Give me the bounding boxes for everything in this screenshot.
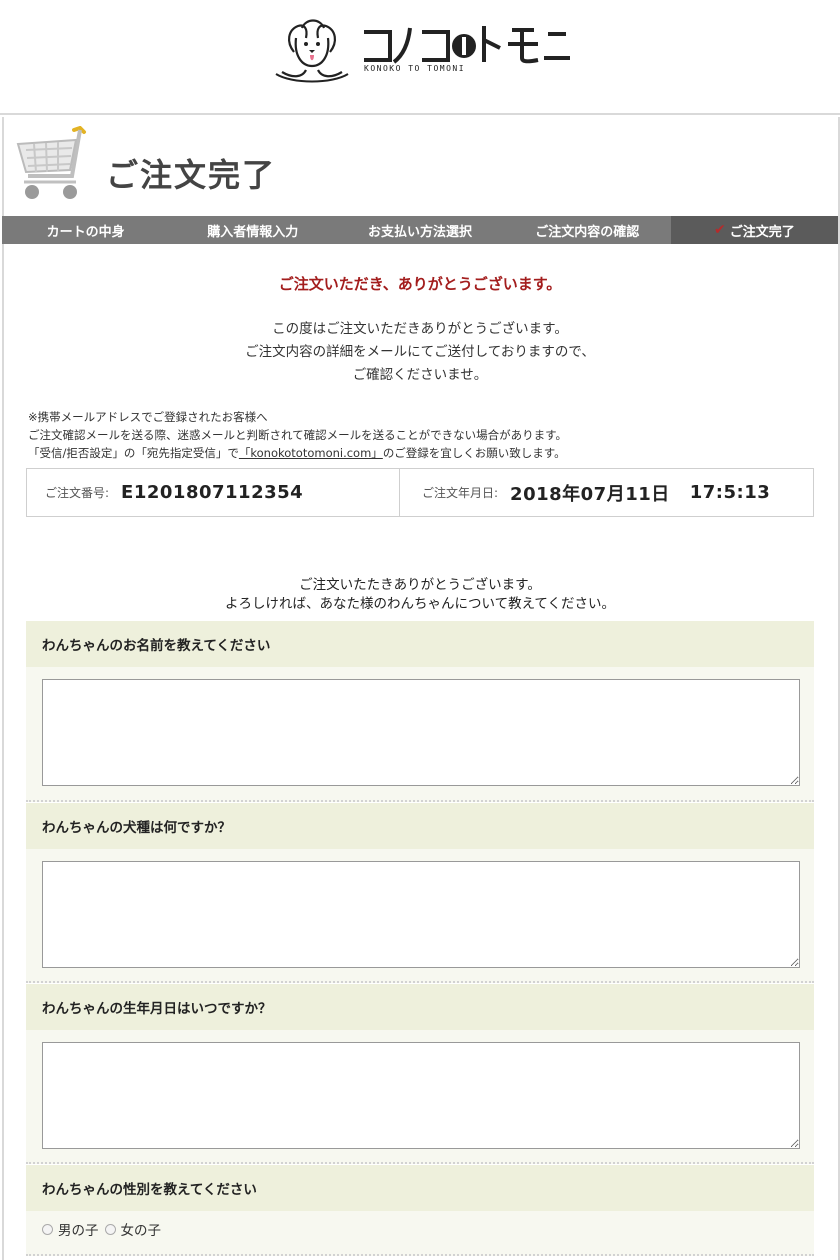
notice-line: ご注文確認メールを送る際、迷惑メールと判断されて確認メールを送ることができない場…: [28, 428, 567, 442]
step-buyer-info: 購入者情報入力: [169, 216, 336, 244]
step-label: カートの中身: [46, 224, 125, 240]
order-time-value: 17:5:13: [689, 482, 771, 503]
answer-dog-breed-area: [26, 849, 814, 983]
order-summary: ご注文番号: E1201807112354 ご注文年月日: 2018年07月11…: [26, 468, 814, 517]
notice-line: ※携帯メールアドレスでご登録されたお客様へ: [28, 410, 268, 424]
page-title: ご注文完了: [106, 156, 277, 194]
answer-dog-gender-area: 男の子 女の子: [26, 1211, 814, 1256]
logo-subtitle: KONOKO TO TOMONI: [364, 64, 466, 73]
order-number-cell: ご注文番号: E1201807112354: [27, 469, 400, 516]
step-payment: お支払い方法選択: [336, 216, 503, 244]
male-radio-label[interactable]: 男の子: [58, 1219, 99, 1239]
dog-birthday-input[interactable]: [42, 1042, 800, 1149]
thanks-line: ご注文内容の詳細をメールにてご送付しておりますので、: [245, 344, 595, 360]
female-radio[interactable]: [104, 1223, 116, 1235]
question-dog-breed: わんちゃんの犬種は何ですか？: [26, 803, 814, 849]
dog-name-input[interactable]: [42, 679, 800, 786]
order-number-label: ご注文番号:: [45, 486, 110, 500]
male-radio[interactable]: [42, 1223, 53, 1235]
thanks-heading: ご注文いただき、ありがとうございます。: [278, 275, 562, 293]
female-radio-label[interactable]: 女の子: [121, 1219, 162, 1239]
notice-text: 「受信/拒否設定」の「宛先指定受信」で: [28, 446, 239, 460]
step-cart: カートの中身: [2, 216, 169, 244]
step-complete: ✔ ご注文完了: [670, 216, 839, 244]
gender-radio-group: 男の子 女の子: [42, 1219, 167, 1239]
checkout-steps: カートの中身 購入者情報入力 お支払い方法選択 ご注文内容の確認 ✔ ご注文完了: [2, 216, 839, 244]
thanks-line: ご確認くださいませ。: [352, 367, 488, 383]
answer-dog-birthday-area: [26, 1030, 814, 1164]
order-date-cell: ご注文年月日: 2018年07月11日 17:5:13: [400, 469, 813, 516]
thanks-line: この度はご注文いただきありがとうございます。: [272, 321, 568, 337]
survey-intro-line: よろしければ、あなた様のわんちゃんについて教えてください。: [224, 596, 615, 612]
order-number-value: E1201807112354: [121, 482, 304, 503]
notice-text: のご登録を宜しくお願い致します。: [382, 446, 566, 460]
order-date-label: ご注文年月日:: [422, 486, 499, 500]
question-dog-birthday: わんちゃんの生年月日はいつですか？: [26, 984, 814, 1030]
shopping-cart-icon: [16, 126, 86, 199]
site-logo[interactable]: [272, 12, 572, 87]
step-label: ご注文内容の確認: [535, 224, 640, 240]
page-title-area: ご注文完了: [14, 126, 314, 210]
step-label: お支払い方法選択: [368, 224, 473, 240]
answer-dog-name-area: [26, 667, 814, 802]
domain-link[interactable]: 「konokototomoni.com」: [239, 446, 383, 460]
survey-intro: ご注文いたたきありがとうございます。 よろしければ、あなた様のわんちゃんについて…: [0, 576, 840, 614]
step-label: ご注文完了: [729, 224, 795, 240]
order-date-value: 2018年07月11日: [510, 483, 670, 505]
dog-logo-icon: [275, 19, 570, 83]
notice-line: 「受信/拒否設定」の「宛先指定受信」で「konokototomoni.com」の…: [28, 444, 828, 462]
survey-intro-line: ご注文いたたきありがとうございます。: [299, 577, 541, 593]
checkmark-icon: ✔: [714, 222, 726, 238]
mobile-mail-notice: ※携帯メールアドレスでご登録されたお客様へ ご注文確認メールを送る際、迷惑メール…: [28, 408, 828, 462]
question-dog-name: わんちゃんのお名前を教えてください: [26, 621, 814, 667]
thanks-message: この度はご注文いただきありがとうございます。 ご注文内容の詳細をメールにてご送付…: [0, 318, 840, 387]
question-dog-gender: わんちゃんの性別を教えてください: [26, 1165, 814, 1211]
step-confirm: ご注文内容の確認: [504, 216, 671, 244]
step-label: 購入者情報入力: [207, 224, 299, 240]
site-header: KONOKO TO TOMONI: [0, 0, 840, 115]
dog-breed-input[interactable]: [42, 861, 800, 968]
